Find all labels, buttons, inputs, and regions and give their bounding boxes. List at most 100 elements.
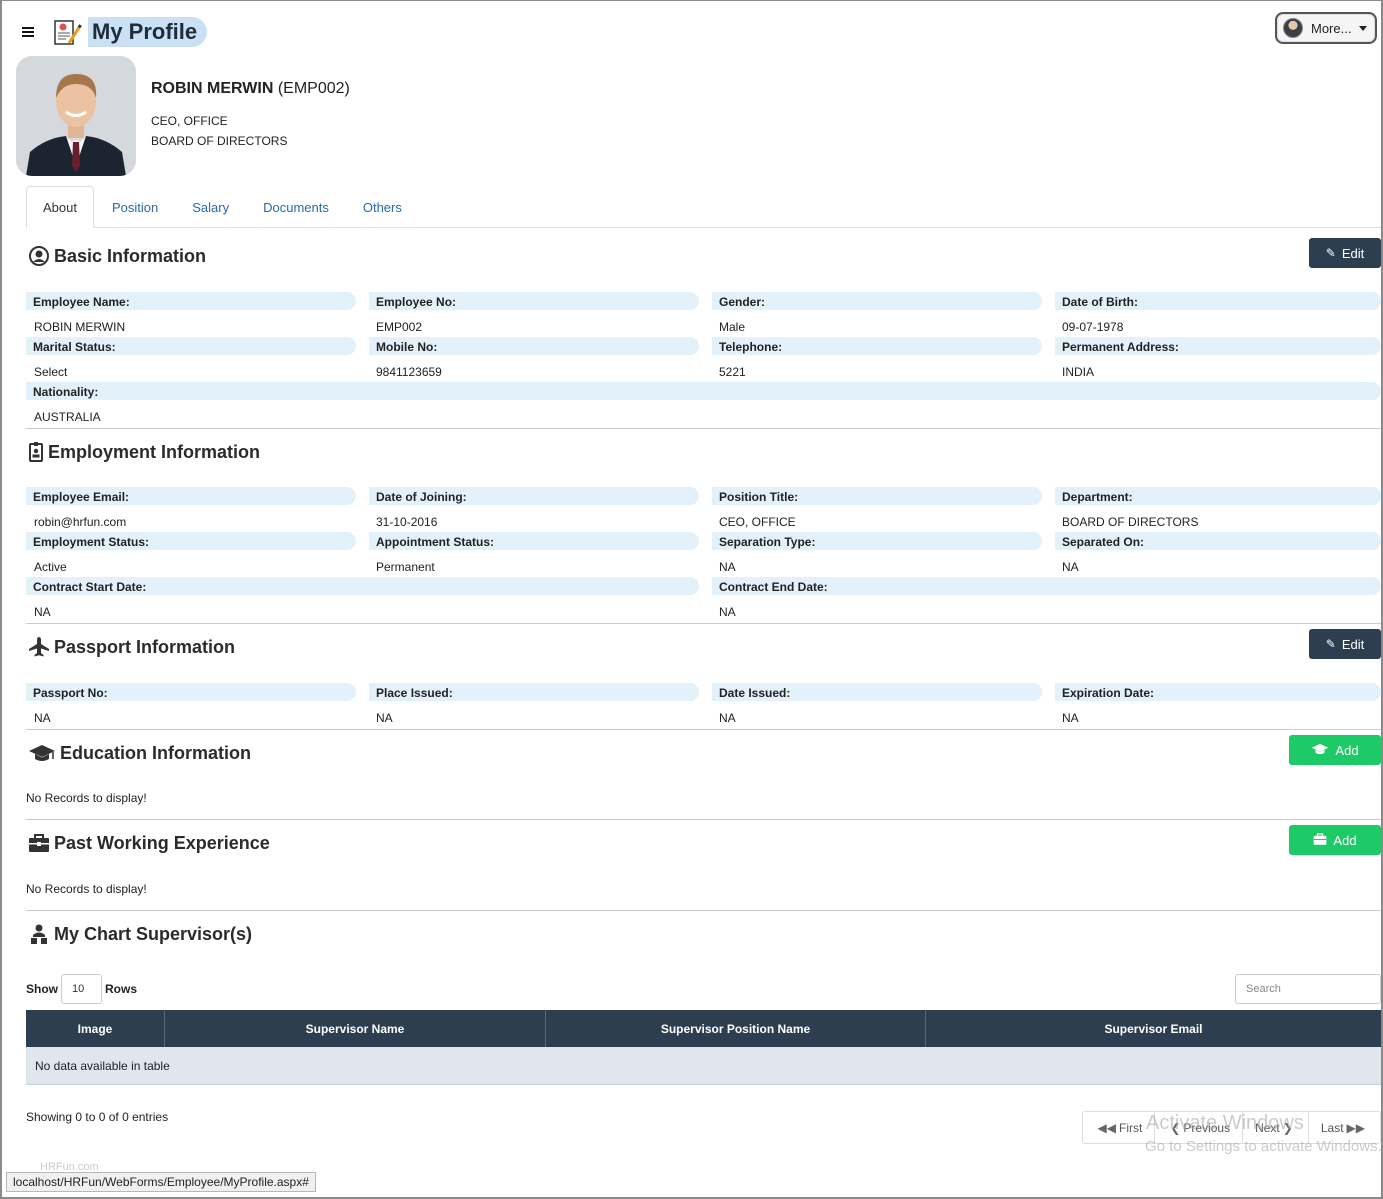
basic-info-title: Basic Information <box>28 245 206 267</box>
tab-about[interactable]: About <box>26 186 94 228</box>
section-divider <box>26 819 1381 820</box>
field-label: Marital Status: <box>26 337 356 355</box>
table-info: Showing 0 to 0 of 0 entries <box>26 1110 169 1124</box>
forward-icon: ▶▶ <box>1346 1120 1365 1135</box>
field-value: NA <box>376 711 393 725</box>
top-bar: My Profile <box>14 14 208 50</box>
profile-app-icon <box>52 17 82 47</box>
column-header-supervisor-email[interactable]: Supervisor Email <box>926 1010 1381 1047</box>
field-label: Date Issued: <box>712 683 1042 701</box>
table-search-input[interactable]: Search <box>1235 974 1381 1004</box>
section-divider <box>26 910 1381 911</box>
field-value: 31-10-2016 <box>376 515 438 529</box>
field-value: NA <box>719 605 736 619</box>
user-circle-icon <box>28 245 50 267</box>
tab-others[interactable]: Others <box>347 186 418 228</box>
caret-down-icon <box>1359 25 1368 31</box>
pager-next-button[interactable]: Next ❯ <box>1243 1112 1309 1143</box>
profile-photo <box>16 56 136 176</box>
pager-last-button[interactable]: Last ▶▶ <box>1309 1112 1380 1143</box>
more-button-label: More... <box>1311 20 1352 36</box>
tab-salary[interactable]: Salary <box>176 186 245 228</box>
field-value: EMP002 <box>376 320 423 334</box>
field-value: AUSTRALIA <box>34 410 101 424</box>
field-value: Select <box>34 365 68 379</box>
field-value: 9841123659 <box>376 365 442 379</box>
chevron-left-icon: ❮ <box>1170 1120 1181 1135</box>
chevron-right-icon: ❯ <box>1282 1120 1293 1135</box>
field-label: Employee Email: <box>26 487 356 505</box>
graduation-cap-icon <box>1311 742 1329 759</box>
education-info-title: Education Information <box>28 742 251 764</box>
experience-add-button[interactable]: Add <box>1289 825 1381 855</box>
pager-first-button[interactable]: ◀◀ First <box>1083 1112 1156 1143</box>
pager-previous-label: Previous <box>1183 1120 1231 1135</box>
passport-edit-button[interactable]: ✎ Edit <box>1309 629 1381 659</box>
tab-documents[interactable]: Documents <box>247 186 345 228</box>
section-divider <box>26 623 1381 624</box>
field-label: Separated On: <box>1055 532 1381 550</box>
employee-position: CEO, OFFICE <box>151 114 228 128</box>
pager-next-label: Next <box>1255 1120 1280 1135</box>
rows-per-page-input[interactable]: 10 <box>61 974 102 1004</box>
supervisors-title-text: My Chart Supervisor(s) <box>54 923 253 944</box>
field-value: NA <box>1062 711 1079 725</box>
field-label: Gender: <box>712 292 1042 310</box>
backward-icon: ◀◀ <box>1097 1120 1117 1135</box>
add-button-label: Add <box>1335 742 1359 758</box>
education-info-title-text: Education Information <box>60 742 251 763</box>
employment-info-title: Employment Information <box>28 441 260 463</box>
field-value: NA <box>719 560 736 574</box>
pager-previous-button[interactable]: ❮ Previous <box>1155 1112 1244 1143</box>
experience-empty-message: No Records to display! <box>26 882 147 896</box>
pager-first-label: First <box>1119 1120 1143 1135</box>
field-value: ROBIN MERWIN <box>34 320 126 334</box>
id-badge-icon <box>28 441 44 463</box>
tab-position[interactable]: Position <box>96 186 174 228</box>
employee-name: ROBIN MERWIN <box>151 80 274 97</box>
education-add-button[interactable]: Add <box>1289 735 1381 765</box>
more-button[interactable]: More... <box>1275 12 1377 44</box>
experience-title-text: Past Working Experience <box>54 832 270 853</box>
profile-tabs: About Position Salary Documents Others <box>26 186 1381 228</box>
column-header-supervisor-position[interactable]: Supervisor Position Name <box>546 1010 926 1047</box>
field-label: Contract Start Date: <box>26 577 699 595</box>
graduation-cap-icon <box>28 742 56 764</box>
plane-icon <box>28 636 50 658</box>
briefcase-icon <box>28 832 50 854</box>
column-header-supervisor-name[interactable]: Supervisor Name <box>165 1010 546 1047</box>
rows-label: Rows <box>105 982 138 996</box>
employee-name-line: ROBIN MERWIN (EMP002) <box>151 80 350 98</box>
show-label: Show <box>26 982 58 996</box>
field-label: Nationality: <box>26 382 1381 400</box>
employee-department: BOARD OF DIRECTORS <box>151 134 288 148</box>
field-value: CEO, OFFICE <box>719 515 796 529</box>
field-value: Active <box>34 560 67 574</box>
pagination: ◀◀ First ❮ Previous Next ❯ Last ▶▶ <box>1081 1111 1381 1144</box>
page-title-highlight: My Profile <box>88 17 208 47</box>
passport-info-title: Passport Information <box>28 636 235 658</box>
column-header-image[interactable]: Image <box>26 1010 165 1047</box>
add-button-label: Add <box>1333 832 1357 848</box>
user-avatar <box>1283 18 1303 38</box>
field-value: NA <box>34 605 51 619</box>
field-label: Date of Birth: <box>1055 292 1381 310</box>
education-empty-message: No Records to display! <box>26 791 147 805</box>
field-value: NA <box>1062 560 1079 574</box>
edit-button-label: Edit <box>1341 636 1365 652</box>
edit-button-label: Edit <box>1341 245 1365 261</box>
basic-info-edit-button[interactable]: ✎ Edit <box>1309 238 1381 268</box>
field-label: Expiration Date: <box>1055 683 1381 701</box>
field-label: Department: <box>1055 487 1381 505</box>
field-value: NA <box>34 711 51 725</box>
field-value: robin@hrfun.com <box>34 515 127 529</box>
sitemap-icon <box>28 923 50 945</box>
table-empty-row: No data available in table <box>26 1047 1381 1085</box>
field-label: Employment Status: <box>26 532 356 550</box>
field-label: Contract End Date: <box>712 577 1381 595</box>
page-title: My Profile <box>92 19 198 44</box>
menu-icon[interactable] <box>14 14 42 50</box>
field-label: Mobile No: <box>369 337 699 355</box>
field-label: Employee Name: <box>26 292 356 310</box>
field-label: Position Title: <box>712 487 1042 505</box>
